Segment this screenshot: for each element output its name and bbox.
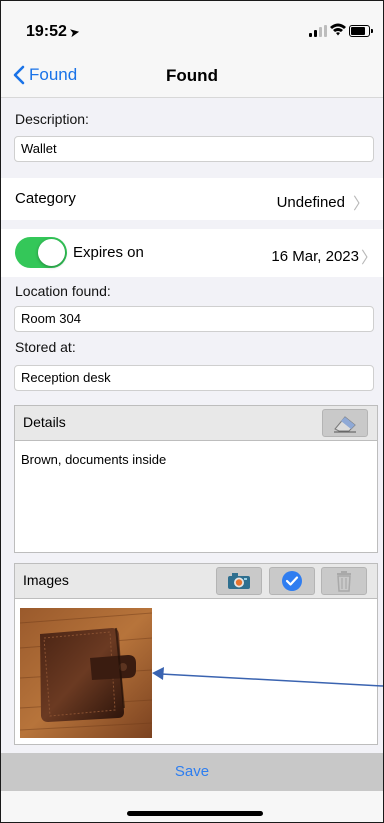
- phone-frame: 19:52 ➤ Found Found Description: Wallet …: [0, 0, 384, 823]
- expires-row: Expires on 16 Mar, 2023 〉: [1, 229, 383, 277]
- category-label: Category: [15, 190, 76, 207]
- location-field[interactable]: Room 304: [14, 306, 374, 332]
- stored-label: Stored at:: [15, 339, 76, 355]
- stored-field[interactable]: Reception desk: [14, 365, 374, 391]
- category-value-group: Undefined 〉: [277, 190, 369, 214]
- trash-icon: [337, 571, 351, 592]
- battery-icon: [349, 25, 373, 37]
- toggle-knob: [38, 239, 65, 266]
- details-header: Details: [15, 406, 377, 441]
- chevron-right-icon: 〉: [360, 250, 377, 267]
- eraser-icon: [334, 416, 356, 433]
- page-title: Found: [166, 66, 218, 85]
- time-text: 19:52: [26, 23, 67, 40]
- status-time: 19:52 ➤: [26, 23, 81, 41]
- home-area: [1, 791, 383, 822]
- category-row[interactable]: Category Undefined 〉: [1, 178, 383, 220]
- signal-icon: [309, 25, 327, 37]
- save-bar: Save: [1, 753, 383, 791]
- details-panel: Details Brown, documents inside: [14, 405, 378, 553]
- status-bar: 19:52 ➤: [1, 1, 383, 57]
- chevron-right-icon: 〉: [352, 196, 369, 213]
- wifi-icon: [330, 23, 346, 36]
- description-field[interactable]: Wallet: [14, 136, 374, 162]
- delete-image-button[interactable]: [321, 567, 367, 595]
- navigation-bar: Found Found: [1, 57, 383, 98]
- images-panel: Images: [14, 563, 378, 745]
- images-header: Images: [15, 564, 377, 599]
- checkmark-circle-icon: [282, 571, 302, 591]
- expires-toggle[interactable]: [15, 237, 67, 268]
- save-button[interactable]: Save: [1, 763, 383, 780]
- location-label: Location found:: [15, 283, 111, 299]
- expires-date-button[interactable]: 16 Mar, 2023 〉: [271, 244, 377, 268]
- wallet-photo[interactable]: [20, 608, 152, 738]
- select-button[interactable]: [269, 567, 315, 595]
- images-title: Images: [23, 572, 69, 588]
- details-title: Details: [23, 414, 66, 430]
- expires-label: Expires on: [73, 244, 144, 261]
- details-text-area[interactable]: Brown, documents inside: [21, 452, 166, 467]
- camera-icon: [228, 573, 250, 589]
- location-arrow-icon: ➤: [69, 26, 81, 40]
- clear-details-button[interactable]: [322, 409, 368, 437]
- category-value: Undefined: [276, 193, 345, 211]
- home-indicator[interactable]: [127, 811, 263, 816]
- camera-button[interactable]: [216, 567, 262, 595]
- expires-date-value: 16 Mar, 2023: [271, 247, 359, 265]
- description-label: Description:: [15, 111, 89, 127]
